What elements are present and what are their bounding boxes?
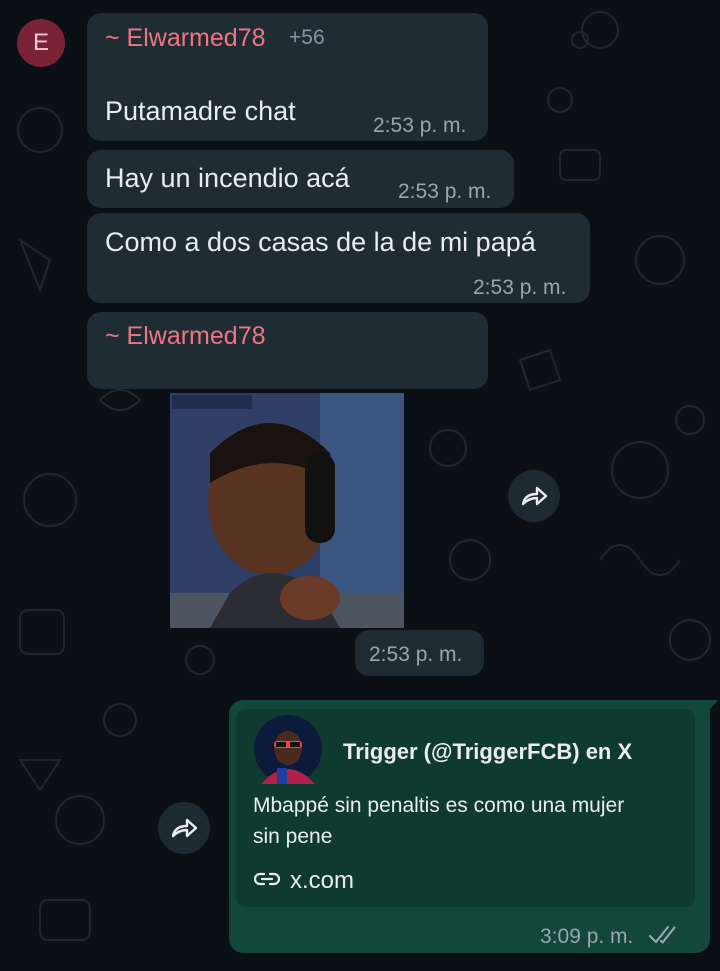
forward-icon [521,486,548,506]
message-time: 2:53 p. m. [373,114,467,137]
forward-button[interactable] [158,802,210,854]
profile-thumbnail [254,715,322,784]
sender-name[interactable]: ~ Elwarmed78 [105,322,266,351]
message-text: Hay un incendio acá [105,163,350,193]
message-time: 2:53 p. m. [473,276,567,299]
sender-name[interactable]: ~ Elwarmed78 [105,24,266,53]
link-preview-title: Trigger (@TriggerFCB) en X [343,739,633,764]
double-check-icon [648,925,676,944]
message-text: Como a dos casas de la de mi papá [105,227,536,257]
link-preview-text: Mbappé sin penaltis es como una mujer si… [253,794,625,848]
link-preview-url[interactable]: x.com [290,867,354,895]
sender-extra: +56 [289,26,325,49]
sender-avatar[interactable]: E [17,19,65,67]
sticker-image[interactable] [170,393,404,628]
streamer-sticker-graphic [170,393,404,628]
message-text: Putamadre chat [105,96,296,126]
message-time: 2:53 p. m. [398,180,492,203]
message-time: 2:53 p. m. [369,643,463,666]
avatar-letter: E [32,29,49,56]
bubble-tail [706,700,718,714]
forward-icon [171,818,198,838]
message-time: 3:09 p. m. [540,925,634,948]
forward-button[interactable] [508,470,560,522]
link-icon [254,872,280,886]
